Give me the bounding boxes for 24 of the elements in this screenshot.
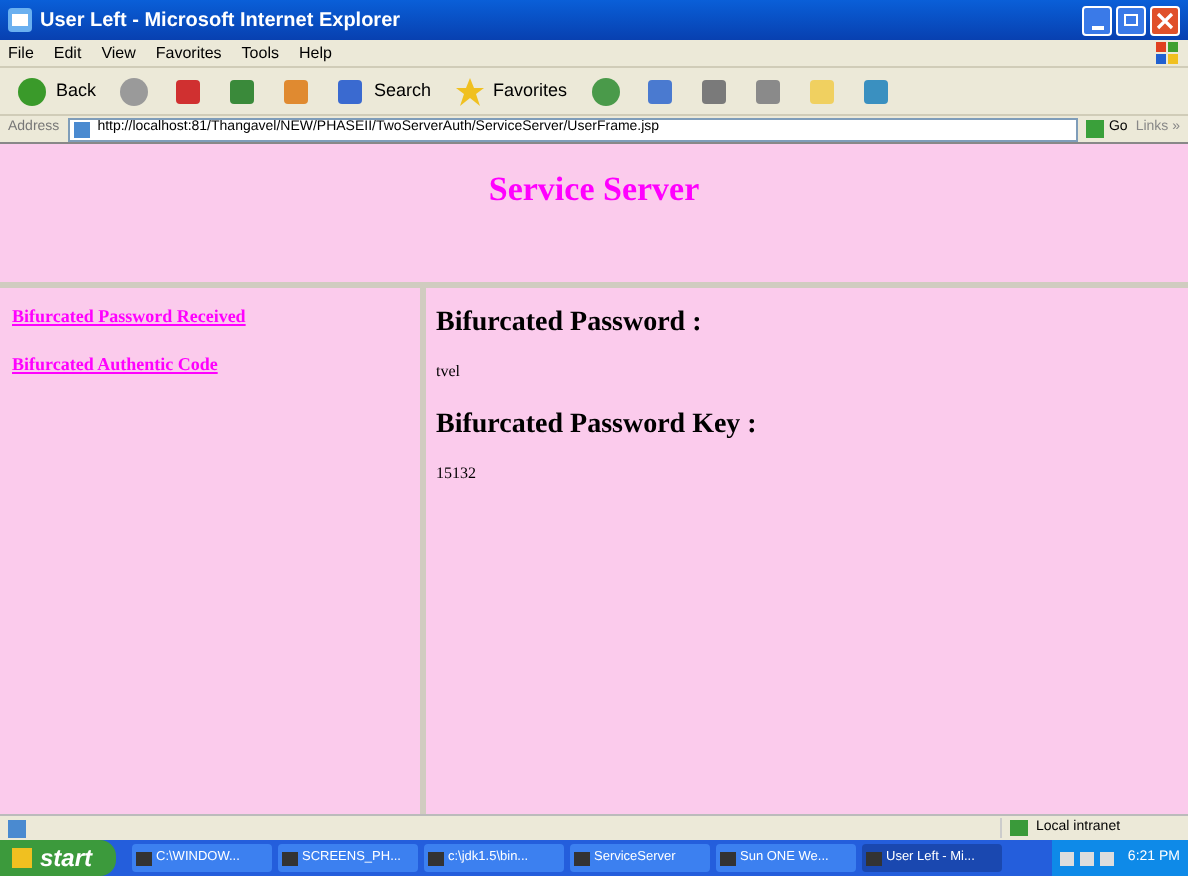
menu-item[interactable]: Favorites bbox=[155, 41, 222, 65]
page-title: Service Server bbox=[488, 168, 700, 212]
browser-icon bbox=[8, 8, 32, 32]
back-icon bbox=[16, 75, 48, 107]
section-heading: Bifurcated Password : bbox=[436, 306, 704, 342]
close-icon bbox=[1156, 11, 1174, 29]
menu-item[interactable]: Edit bbox=[53, 41, 82, 65]
minimize-button[interactable] bbox=[1082, 5, 1112, 35]
toolbar-button[interactable]: Favorites bbox=[445, 71, 576, 111]
restore-button[interactable] bbox=[1116, 5, 1146, 35]
star-icon bbox=[453, 75, 486, 107]
value-text: tvel bbox=[436, 360, 462, 384]
section-heading: Bifurcated Password Key : bbox=[436, 408, 759, 444]
menu-item[interactable]: View bbox=[101, 41, 136, 65]
toolbar-button[interactable]: Search bbox=[326, 71, 440, 111]
menu-item[interactable]: Tools bbox=[241, 41, 279, 65]
menu-item[interactable]: File bbox=[8, 41, 34, 65]
toolbar-button[interactable]: Back bbox=[8, 71, 105, 111]
windows-logo-icon bbox=[1156, 41, 1180, 65]
window-title: User Left - Microsoft Internet Explorer bbox=[40, 7, 401, 35]
start-button[interactable]: start bbox=[0, 840, 116, 876]
close-button[interactable] bbox=[1150, 5, 1180, 35]
menu-item[interactable]: Help bbox=[298, 41, 332, 65]
value-text: 15132 bbox=[436, 462, 478, 486]
